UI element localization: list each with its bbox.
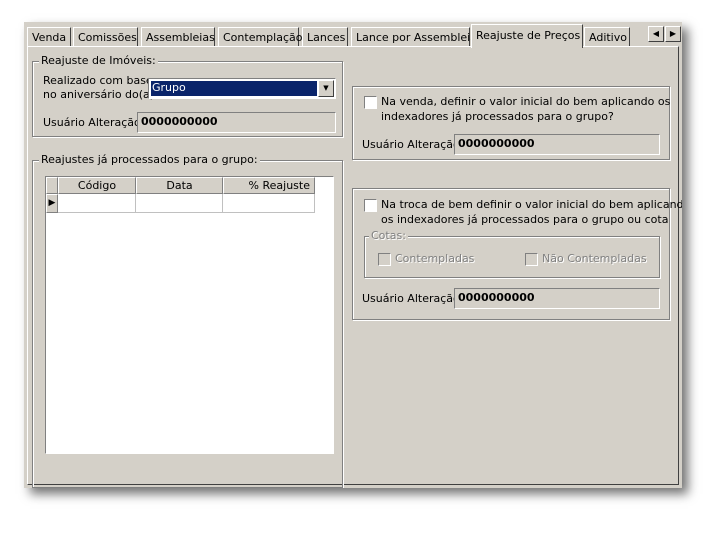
- realizado-label-2: no aniversário do(a):: [43, 88, 158, 101]
- tab-scroll-left-button[interactable]: ◀: [648, 26, 664, 42]
- row-pointer-icon: ▶: [48, 198, 56, 208]
- troca-checkbox[interactable]: [364, 199, 377, 212]
- tab-contemplacao[interactable]: Contemplação: [218, 27, 302, 46]
- tab-scroll-right-button[interactable]: ▶: [665, 26, 681, 42]
- troca-group: Na troca de bem definir o valor inicial …: [352, 188, 682, 320]
- reajustes-grid[interactable]: Código Data % Reajuste ▶: [45, 176, 334, 454]
- grid-header-codigo[interactable]: Código: [58, 177, 136, 194]
- grid-row-indicator: ▶: [46, 194, 58, 213]
- grid-cell-reajuste[interactable]: [223, 194, 315, 213]
- troca-usuario-label: Usuário Alteração:: [362, 292, 464, 305]
- chevron-down-icon: ▼: [323, 84, 329, 92]
- nao-contempladas-label: Não Contempladas: [542, 252, 647, 265]
- arrow-right-icon: ▶: [669, 29, 677, 38]
- contempladas-label: Contempladas: [395, 252, 475, 265]
- imoveis-usuario-field: 0000000000: [137, 112, 336, 133]
- imoveis-group-title: Reajuste de Imóveis:: [39, 54, 158, 67]
- contempladas-checkbox[interactable]: [378, 253, 391, 266]
- tab-scroll-buttons: ◀ ▶: [648, 26, 682, 43]
- processados-group-title: Reajustes já processados para o grupo:: [39, 153, 260, 166]
- imoveis-usuario-label: Usuário Alteração:: [43, 116, 145, 129]
- arrow-left-icon: ◀: [652, 29, 660, 38]
- combo-dropdown-button[interactable]: ▼: [318, 80, 334, 97]
- troca-checkbox-label-2: os indexadores já processados para o gru…: [381, 213, 669, 226]
- tab-assembleias[interactable]: Assembleias: [141, 27, 215, 46]
- tab-lances[interactable]: Lances: [302, 27, 348, 46]
- venda-usuario-label: Usuário Alteração:: [362, 138, 464, 151]
- grid-corner-header: [46, 177, 58, 194]
- grid-header-reajuste[interactable]: % Reajuste: [223, 177, 315, 194]
- troca-checkbox-label: Na troca de bem definir o valor inicial …: [381, 198, 682, 211]
- tab-reajuste-de-precos[interactable]: Reajuste de Preços: [471, 24, 583, 48]
- tab-strip: Venda Comissões Assembleias Contemplação…: [24, 22, 644, 48]
- cotas-group-title: Cotas:: [369, 229, 408, 242]
- venda-usuario-field: 0000000000: [454, 134, 660, 155]
- tab-page: Reajuste de Imóveis: Realizado com base …: [27, 46, 682, 488]
- tab-aditivo[interactable]: Aditivo: [584, 27, 630, 46]
- tab-venda[interactable]: Venda: [27, 27, 71, 46]
- aniversario-combo[interactable]: Grupo ▼: [148, 78, 336, 99]
- venda-group: Na venda, definir o valor inicial do bem…: [352, 86, 670, 160]
- grid-cell-data[interactable]: [136, 194, 223, 213]
- imoveis-group: Reajuste de Imóveis: Realizado com base …: [32, 54, 343, 137]
- tab-comissoes[interactable]: Comissões: [73, 27, 138, 46]
- venda-checkbox-label: Na venda, definir o valor inicial do bem…: [381, 95, 671, 108]
- grid-cell-codigo[interactable]: [58, 194, 136, 213]
- main-window: Venda Comissões Assembleias Contemplação…: [24, 22, 682, 488]
- grid-header-data[interactable]: Data: [136, 177, 223, 194]
- venda-checkbox[interactable]: [364, 96, 377, 109]
- troca-usuario-field: 0000000000: [454, 288, 660, 309]
- realizado-label: Realizado com base: [43, 74, 153, 87]
- nao-contempladas-checkbox[interactable]: [525, 253, 538, 266]
- aniversario-combo-value: Grupo: [150, 80, 318, 97]
- venda-checkbox-label-2: indexadores já processados para o grupo?: [381, 110, 614, 123]
- cotas-group: Cotas: Contempladas Não Contempladas: [364, 229, 660, 278]
- processados-group: Reajustes já processados para o grupo: C…: [32, 153, 343, 488]
- tab-lance-por-assembleia[interactable]: Lance por Assembleia: [351, 27, 477, 46]
